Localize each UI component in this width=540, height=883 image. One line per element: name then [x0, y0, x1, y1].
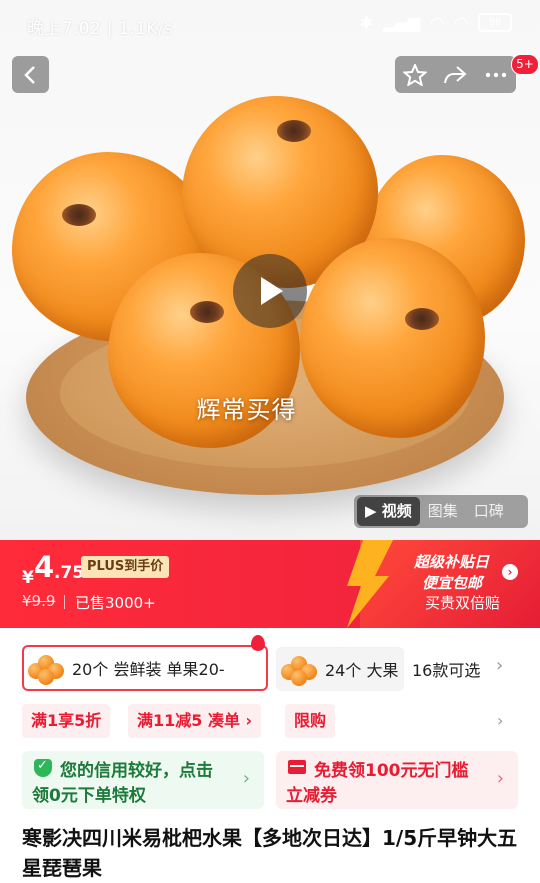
credit-line2: 领0元下单特权	[32, 786, 146, 806]
plus-price-tag: PLUS到手价	[81, 556, 170, 578]
chevron-right-icon: ›	[496, 768, 504, 789]
divider	[64, 595, 65, 609]
status-bar: 晚上7:02 | 1.1K/s ✱ ▂▄▆ ◠ ◠ 98	[0, 0, 540, 50]
credit-line1: 您的信用较好，点击	[60, 761, 213, 781]
variant-option-selected[interactable]: 20个 尝鲜装 单果20-	[22, 645, 268, 691]
bluetooth-icon: ✱	[359, 13, 374, 32]
coupon-line2: 立减券	[286, 786, 337, 806]
share-button[interactable]	[435, 56, 475, 93]
hot-flame-icon	[251, 635, 265, 651]
signal-icon: ▂▄▆	[383, 13, 421, 32]
variant-label: 24个 大果	[325, 661, 399, 680]
image-slogan: 辉常买得	[196, 396, 297, 424]
chevron-right-icon[interactable]: ›	[502, 564, 518, 580]
tab-video[interactable]: ▶ 视频	[357, 497, 420, 526]
battery-icon: 98	[478, 13, 512, 32]
promo-subtitle: 便宜包邮	[422, 574, 483, 592]
tab-video-label: 视频	[381, 502, 412, 520]
status-time-speed: 晚上7:02 | 1.1K/s	[27, 19, 173, 39]
share-icon	[444, 66, 467, 84]
original-price: ¥9.9	[22, 592, 56, 610]
tab-gallery[interactable]: 图集	[420, 497, 466, 526]
purchase-limit-chip[interactable]: 限购	[285, 704, 336, 738]
lightning-bolt-icon	[347, 540, 393, 628]
chevron-right-icon[interactable]: ›	[496, 655, 503, 676]
variant-count[interactable]: 16款可选	[412, 657, 480, 681]
wifi-icon: ◠	[430, 13, 445, 32]
price-integer: 4	[34, 550, 55, 584]
more-button[interactable]	[476, 56, 516, 93]
coupon-combine-chip[interactable]: 满11减5 凑单 ›	[128, 704, 262, 738]
star-icon	[403, 64, 427, 86]
tab-reviews[interactable]: 口碑	[466, 497, 512, 526]
coupon-card[interactable]: 免费领100元无门槛 立减券 ›	[276, 751, 518, 809]
credit-privilege-card[interactable]: 您的信用较好，点击 领0元下单特权 ›	[22, 751, 264, 809]
message-badge: 5+	[511, 54, 539, 75]
play-video-button[interactable]	[233, 254, 307, 328]
price-currency: ¥	[22, 568, 34, 588]
discount-chip[interactable]: 满1享5折	[22, 704, 111, 738]
play-icon	[261, 277, 283, 305]
top-action-group	[395, 56, 516, 93]
shield-check-icon	[34, 758, 52, 777]
chevron-right-icon[interactable]: ›	[488, 704, 512, 738]
variant-option[interactable]: 24个 大果	[276, 647, 404, 691]
more-dots-icon	[485, 72, 507, 78]
variant-label: 20个 尝鲜装 单果20-	[72, 660, 225, 679]
price-decimal: .75	[54, 563, 85, 583]
chevron-left-icon	[24, 66, 35, 84]
variant-thumbnail	[279, 650, 319, 688]
back-button[interactable]	[12, 56, 49, 93]
variant-thumbnail	[26, 649, 66, 687]
promo-title: 超级补贴日	[414, 553, 490, 571]
media-tabs: ▶ 视频 图集 口碑	[354, 495, 528, 528]
coupon-icon	[288, 760, 306, 774]
wifi-icon-2: ◠	[454, 13, 468, 32]
coupon-line1: 免费领100元无门槛	[314, 761, 469, 781]
status-icons: ✱ ▂▄▆ ◠ ◠ 98	[360, 13, 512, 32]
favorite-button[interactable]	[395, 56, 435, 93]
promo-note: 买贵双倍赔	[425, 594, 501, 612]
product-title: 寒影决四川米易枇杷水果【多地次日达】1/5斤早钟大五星琵琶果	[22, 826, 518, 880]
chevron-right-icon: ›	[242, 768, 250, 789]
sold-count: 已售3000+	[75, 594, 156, 612]
